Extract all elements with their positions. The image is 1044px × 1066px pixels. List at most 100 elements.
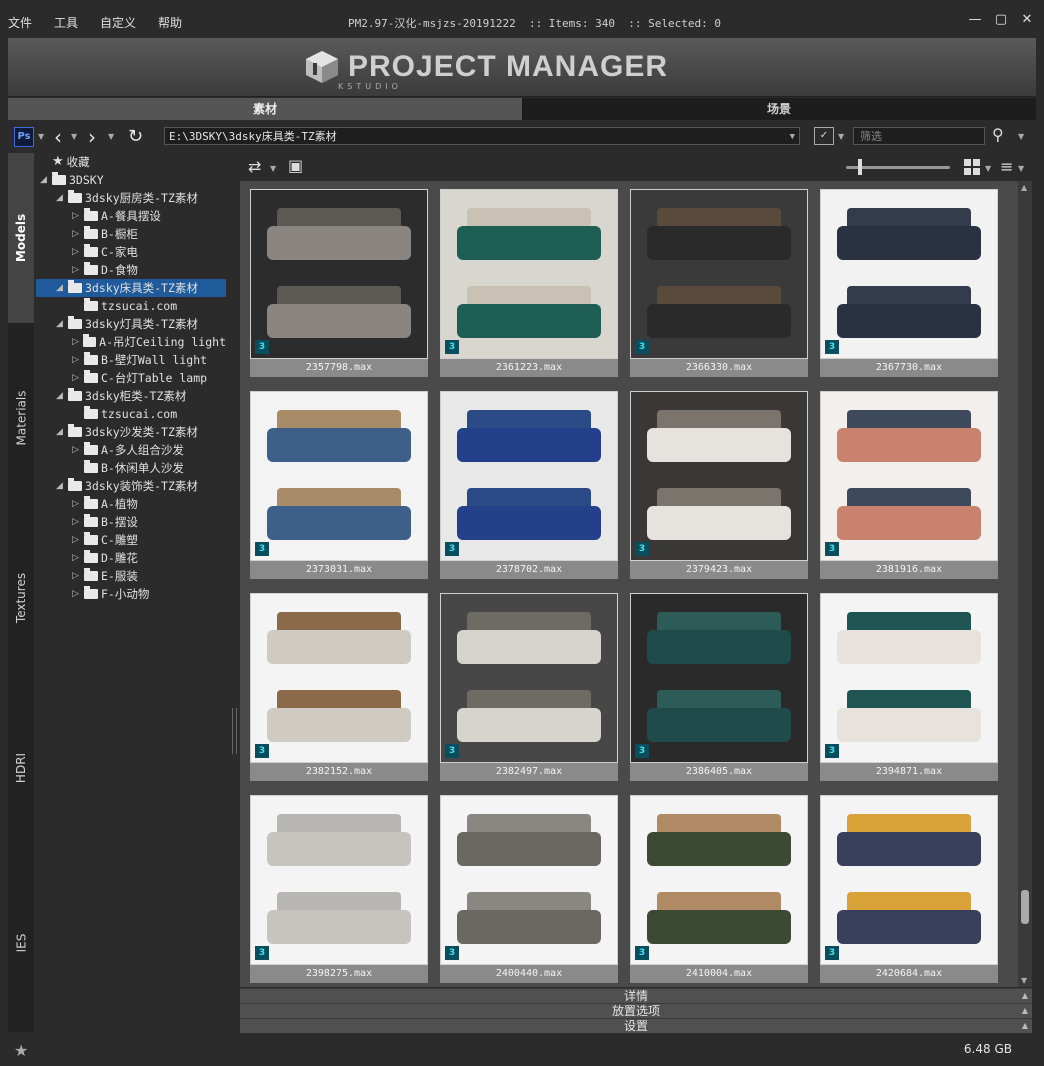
photoshop-icon[interactable]: Ps (14, 127, 34, 147)
collapsed-arrow-icon[interactable]: ▷ (72, 351, 84, 369)
asset-card[interactable]: 3 2420684.max (820, 795, 998, 983)
star-icon[interactable]: ★ (14, 1041, 28, 1060)
tree-node[interactable]: tzsucai.com (36, 297, 226, 315)
tree-node[interactable]: ▷ A-吊灯Ceiling light (36, 333, 226, 351)
side-tab-materials[interactable]: Materials (8, 328, 34, 508)
sync-icon[interactable]: ⇄ (248, 157, 261, 176)
asset-card[interactable]: 3 2398275.max (250, 795, 428, 983)
asset-card[interactable]: 3 2361223.max (440, 189, 618, 377)
tree-node[interactable]: ▷ C-雕塑 (36, 531, 226, 549)
collapsed-arrow-icon[interactable]: ▷ (72, 495, 84, 513)
collapsed-arrow-icon[interactable]: ▷ (72, 225, 84, 243)
collapsed-arrow-icon[interactable]: ▷ (72, 207, 84, 225)
collapsed-arrow-icon[interactable]: ▷ (72, 261, 84, 279)
expanded-arrow-icon[interactable]: ◢ (40, 171, 52, 189)
chevron-down-icon[interactable]: ▼ (270, 164, 276, 173)
sort-icon[interactable]: ≡ (1000, 157, 1013, 176)
filter-icon[interactable]: ✓ (814, 127, 834, 145)
side-tab-ies[interactable]: IES (8, 853, 34, 1033)
tab-assets[interactable]: 素材 (8, 98, 522, 120)
forward-icon[interactable]: › (88, 125, 96, 149)
asset-card[interactable]: 3 2378702.max (440, 391, 618, 579)
collapse-icon[interactable]: ▲ (1022, 1019, 1028, 1033)
asset-card[interactable]: 3 2379423.max (630, 391, 808, 579)
panel-placement-options[interactable]: 放置选项 ▲ (240, 1003, 1032, 1018)
collapsed-arrow-icon[interactable]: ▷ (72, 585, 84, 603)
expanded-arrow-icon[interactable]: ◢ (56, 387, 68, 405)
asset-card[interactable]: 3 2386405.max (630, 593, 808, 781)
tree-node[interactable]: ▷ C-台灯Table lamp (36, 369, 226, 387)
menu-help[interactable]: 帮助 (158, 14, 182, 31)
asset-card[interactable]: 3 2382152.max (250, 593, 428, 781)
tree-node[interactable]: ★ 收藏 (36, 153, 226, 171)
panel-settings[interactable]: 设置 ▲ (240, 1018, 1032, 1033)
tab-scenes[interactable]: 场景 (522, 98, 1036, 120)
scroll-up-icon[interactable]: ▲ (1021, 183, 1027, 192)
panel-details[interactable]: 详情 ▲ (240, 988, 1032, 1003)
tree-node[interactable]: ▷ A-餐具摆设 (36, 207, 226, 225)
panel-splitter[interactable] (228, 153, 240, 1032)
collapsed-arrow-icon[interactable]: ▷ (72, 531, 84, 549)
search-icon[interactable]: ⚲ (992, 125, 1004, 144)
asset-card[interactable]: 3 2367730.max (820, 189, 998, 377)
slider-handle[interactable] (858, 159, 862, 175)
asset-card[interactable]: 3 2394871.max (820, 593, 998, 781)
chevron-down-icon[interactable]: ▼ (1018, 164, 1024, 173)
tree-node[interactable]: ▷ C-家电 (36, 243, 226, 261)
expanded-arrow-icon[interactable]: ◢ (56, 189, 68, 207)
collapsed-arrow-icon[interactable]: ▷ (72, 513, 84, 531)
tree-node[interactable]: ◢ 3dsky沙发类-TZ素材 (36, 423, 226, 441)
vertical-scrollbar[interactable]: ▲ ▼ (1018, 181, 1032, 987)
asset-card[interactable]: 3 2373031.max (250, 391, 428, 579)
tree-node[interactable]: ◢ 3dsky灯具类-TZ素材 (36, 315, 226, 333)
menu-customize[interactable]: 自定义 (100, 14, 136, 31)
chevron-down-icon[interactable]: ▼ (790, 128, 795, 146)
refresh-icon[interactable]: ↻ (128, 126, 143, 147)
collapsed-arrow-icon[interactable]: ▷ (72, 369, 84, 387)
tree-node[interactable]: ▷ A-多人组合沙发 (36, 441, 226, 459)
side-tab-textures[interactable]: Textures (8, 508, 34, 688)
collapse-icon[interactable]: ▲ (1022, 1004, 1028, 1018)
tree-node[interactable]: ▷ B-壁灯Wall light (36, 351, 226, 369)
collapsed-arrow-icon[interactable]: ▷ (72, 441, 84, 459)
asset-card[interactable]: 3 2400440.max (440, 795, 618, 983)
asset-card[interactable]: 3 2381916.max (820, 391, 998, 579)
cube-icon[interactable]: ▣ (288, 156, 303, 175)
tree-node[interactable]: B-休闲单人沙发 (36, 459, 226, 477)
asset-card[interactable]: 3 2357798.max (250, 189, 428, 377)
tree-node[interactable]: ◢ 3dsky装饰类-TZ素材 (36, 477, 226, 495)
collapse-icon[interactable]: ▲ (1022, 989, 1028, 1003)
grid-view-icon[interactable] (964, 159, 980, 175)
collapsed-arrow-icon[interactable]: ▷ (72, 243, 84, 261)
side-tab-models[interactable]: Models (8, 153, 34, 323)
expanded-arrow-icon[interactable]: ◢ (56, 279, 68, 297)
tree-node[interactable]: ◢ 3DSKY (36, 171, 226, 189)
tree-node[interactable]: ▷ D-食物 (36, 261, 226, 279)
chevron-down-icon[interactable]: ▼ (838, 132, 844, 141)
collapsed-arrow-icon[interactable]: ▷ (72, 567, 84, 585)
scroll-down-icon[interactable]: ▼ (1021, 976, 1027, 985)
chevron-down-icon[interactable]: ▼ (71, 132, 77, 141)
path-input[interactable]: E:\3DSKY\3dsky床具类-TZ素材 ▼ (164, 127, 800, 145)
back-icon[interactable]: ‹ (54, 125, 62, 149)
tree-node[interactable]: ◢ 3dsky床具类-TZ素材 (36, 279, 226, 297)
expanded-arrow-icon[interactable]: ◢ (56, 315, 68, 333)
tree-node[interactable]: ▷ B-摆设 (36, 513, 226, 531)
chevron-down-icon[interactable]: ▼ (108, 132, 114, 141)
side-tab-hdri[interactable]: HDRI (8, 688, 34, 848)
collapsed-arrow-icon[interactable]: ▷ (72, 549, 84, 567)
tree-node[interactable]: ◢ 3dsky厨房类-TZ素材 (36, 189, 226, 207)
chevron-down-icon[interactable]: ▼ (985, 164, 991, 173)
splitter-grip[interactable] (232, 708, 237, 754)
chevron-down-icon[interactable]: ▼ (1018, 132, 1024, 141)
asset-card[interactable]: 3 2366330.max (630, 189, 808, 377)
close-icon[interactable]: ✕ (1020, 12, 1034, 27)
tree-node[interactable]: ◢ 3dsky柜类-TZ素材 (36, 387, 226, 405)
minimize-icon[interactable]: — (968, 12, 982, 27)
tree-node[interactable]: ▷ D-雕花 (36, 549, 226, 567)
collapsed-arrow-icon[interactable]: ▷ (72, 333, 83, 351)
filter-input[interactable]: 筛选 (853, 127, 985, 145)
tree-node[interactable]: ▷ F-小动物 (36, 585, 226, 603)
tree-node[interactable]: ▷ A-植物 (36, 495, 226, 513)
expanded-arrow-icon[interactable]: ◢ (56, 477, 68, 495)
